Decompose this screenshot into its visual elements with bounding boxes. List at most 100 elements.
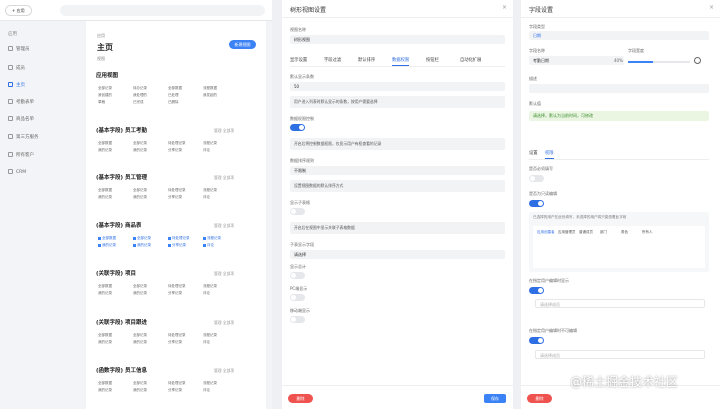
tab-4[interactable]: 按钮栏 <box>426 57 439 63</box>
view-field[interactable]: 已完成 <box>133 100 173 105</box>
view-field[interactable]: 流程记录 <box>203 236 243 241</box>
tab-3[interactable]: 数据权限 <box>392 57 410 66</box>
sidebar-item-4[interactable]: 商品名单 <box>8 115 74 124</box>
view-field[interactable]: 全部记录 <box>133 333 173 338</box>
view-field[interactable]: 评论 <box>203 388 243 393</box>
view-field[interactable]: 待处理记录 <box>168 236 208 241</box>
view-field[interactable]: 分享记录 <box>168 291 208 296</box>
sidebar-item-3[interactable]: 考勤表单 <box>8 98 74 107</box>
view-field[interactable]: 评论 <box>203 243 243 248</box>
view-field[interactable]: 全部数据 <box>98 381 138 386</box>
no-edit-toggle[interactable] <box>529 337 544 344</box>
view-field[interactable]: 评论 <box>203 195 243 200</box>
role-option[interactable]: 应用管理员 <box>558 230 576 235</box>
add-app-button[interactable]: + 应用 <box>5 5 32 16</box>
tab-5[interactable]: 自动化扩展 <box>460 57 481 63</box>
role-option[interactable]: 角色 <box>621 230 628 235</box>
description-input[interactable] <box>529 84 709 93</box>
close-icon[interactable]: × <box>502 4 507 11</box>
view-field[interactable]: 我发起的 <box>203 93 243 98</box>
section-actions[interactable]: 管理 全部项 <box>214 175 234 181</box>
view-name-input[interactable]: 树形视图 <box>290 35 505 44</box>
section-actions[interactable]: 管理 全部项 <box>214 320 234 326</box>
view-field[interactable]: 待办记录 <box>133 86 173 91</box>
view-field[interactable]: 我的记录 <box>98 195 138 200</box>
view-field[interactable]: 全部记录 <box>133 188 173 193</box>
sidebar-item-2[interactable]: 主页 <box>8 81 74 90</box>
section-actions[interactable]: 管理 全部项 <box>214 223 234 229</box>
view-field[interactable]: 分享记录 <box>168 195 208 200</box>
search-input[interactable] <box>60 5 265 16</box>
sidebar-item-6[interactable]: 所有客户 <box>8 151 74 160</box>
field-type-select[interactable]: 日期 <box>529 31 709 40</box>
view-field[interactable]: 全部记录 <box>133 284 173 289</box>
view-field[interactable]: 我的记录 <box>98 340 138 345</box>
view-field[interactable]: 流程记录 <box>203 141 243 146</box>
field-name-input[interactable]: 考勤日期 <box>529 56 624 65</box>
tab-2[interactable]: 默认排序 <box>358 57 375 63</box>
sidebar-item-7[interactable]: CRM <box>8 168 74 177</box>
view-field[interactable]: 全部数据 <box>168 86 208 91</box>
view-field[interactable]: 流程记录 <box>203 381 243 386</box>
field-toggle[interactable] <box>290 294 305 301</box>
field-select[interactable]: 不限制 <box>290 166 505 175</box>
view-field[interactable]: 已删除 <box>168 100 208 105</box>
view-field[interactable]: 我的记录 <box>133 388 173 393</box>
field-toggle[interactable] <box>290 316 305 323</box>
view-field[interactable]: 我的记录 <box>98 148 138 153</box>
tab-0[interactable]: 设置 <box>529 150 538 156</box>
view-field[interactable]: 评论 <box>203 340 243 345</box>
field-select[interactable]: 请选择 <box>290 250 505 259</box>
field-toggle[interactable] <box>290 124 305 131</box>
readonly-toggle[interactable] <box>529 200 544 207</box>
required-toggle[interactable] <box>529 175 544 182</box>
view-field[interactable]: 分享记录 <box>168 388 208 393</box>
view-field[interactable]: 草稿 <box>98 100 138 105</box>
view-field[interactable]: 我的记录 <box>133 148 173 153</box>
sidebar-item-5[interactable]: 第三方服务 <box>8 133 74 142</box>
view-field[interactable]: 全部数据 <box>98 141 138 146</box>
tab-1[interactable]: 字段过滤 <box>324 57 341 63</box>
view-field[interactable]: 分享记录 <box>168 340 208 345</box>
view-field[interactable]: 全部记录 <box>98 86 138 91</box>
sidebar-item-0[interactable]: 管理员 <box>8 45 74 54</box>
view-field[interactable]: 评论 <box>203 148 243 153</box>
show-edit-toggle[interactable] <box>529 287 544 294</box>
view-field[interactable]: 我的记录 <box>98 243 138 248</box>
view-field[interactable]: 我的记录 <box>133 195 173 200</box>
role-option[interactable]: 普通成员 <box>579 230 593 235</box>
tab-0[interactable]: 显示设置 <box>290 57 307 63</box>
view-field[interactable]: 全部数据 <box>98 188 138 193</box>
width-slider[interactable] <box>628 61 690 63</box>
help-icon[interactable] <box>694 57 701 64</box>
section-actions[interactable]: 管理 全部项 <box>214 368 234 374</box>
save-button[interactable]: 保存 <box>484 394 506 403</box>
view-field[interactable]: 分享记录 <box>168 243 208 248</box>
view-field[interactable]: 流程记录 <box>203 188 243 193</box>
close-icon[interactable]: × <box>709 4 714 11</box>
view-field[interactable]: 全部数据 <box>98 236 138 241</box>
field-toggle[interactable] <box>290 272 305 279</box>
view-field[interactable]: 流程数据 <box>203 86 243 91</box>
show-edit-select[interactable]: 请选择成员 <box>535 299 705 308</box>
section-actions[interactable]: 管理 全部项 <box>214 128 234 134</box>
view-field[interactable]: 我的记录 <box>133 340 173 345</box>
view-field[interactable]: 全部记录 <box>133 141 173 146</box>
view-field[interactable]: 我的记录 <box>133 291 173 296</box>
view-field[interactable]: 全部记录 <box>133 381 173 386</box>
view-field[interactable]: 待处理记录 <box>168 333 208 338</box>
new-view-button[interactable]: 新建视图 <box>229 40 256 49</box>
view-field[interactable]: 全部数据 <box>98 284 138 289</box>
view-field[interactable]: 已处理 <box>168 93 208 98</box>
field-select[interactable]: 50 <box>290 82 505 91</box>
view-field[interactable]: 待处理记录 <box>168 188 208 193</box>
view-field[interactable]: 我的记录 <box>98 291 138 296</box>
role-option[interactable]: 部门 <box>600 230 607 235</box>
no-edit-select[interactable]: 请选择成员 <box>535 350 705 359</box>
delete-button[interactable]: 删除 <box>527 394 552 403</box>
view-field[interactable]: 全部数据 <box>98 333 138 338</box>
view-field[interactable]: 我的记录 <box>133 243 173 248</box>
role-option[interactable]: 所有人 <box>642 230 653 235</box>
view-field[interactable]: 我创建的 <box>98 93 138 98</box>
view-field[interactable]: 流程记录 <box>203 333 243 338</box>
